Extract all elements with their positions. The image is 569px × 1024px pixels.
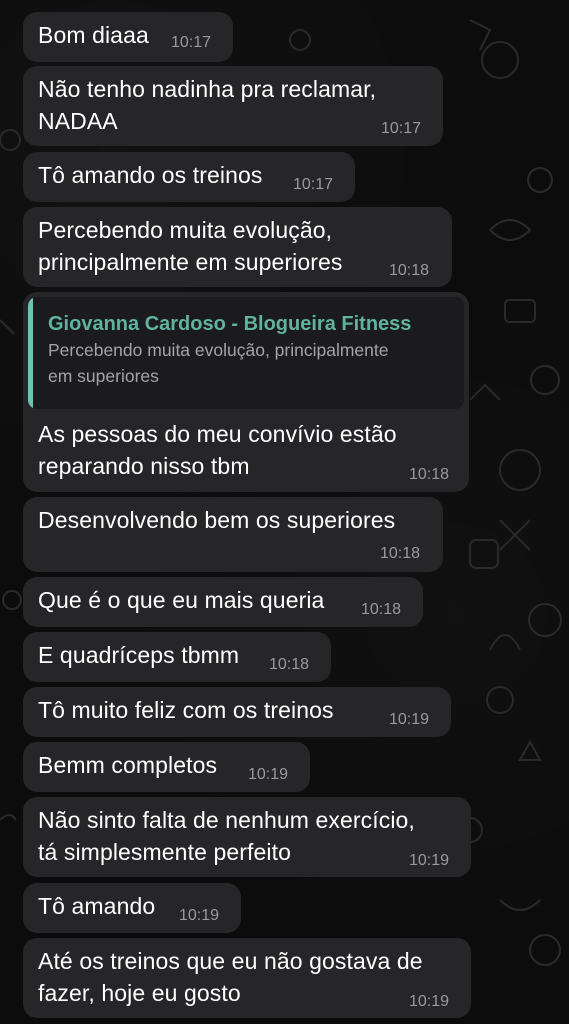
message-bubble[interactable]: E quadríceps tbmm 10:18 bbox=[23, 632, 331, 682]
message-bubble[interactable]: Bemm completos 10:19 bbox=[23, 742, 310, 792]
message-text: Até os treinos que eu não gostava de bbox=[38, 948, 423, 974]
message-bubble[interactable]: Não tenho nadinha pra reclamar, NADAA 10:1… bbox=[23, 66, 443, 146]
message-timestamp: 10:19 bbox=[409, 852, 450, 869]
quote-text: Percebendo muita evolução, principalment… bbox=[48, 340, 389, 360]
message-timestamp: 10:19 bbox=[248, 766, 289, 783]
message-timestamp: 10:18 bbox=[361, 601, 402, 618]
message-bubble[interactable]: Até os treinos que eu não gostava de faze… bbox=[23, 938, 471, 1018]
message-text: Tô muito feliz com os treinos bbox=[38, 697, 334, 723]
message-timestamp: 10:19 bbox=[409, 993, 450, 1010]
message-text: fazer, hoje eu gosto bbox=[38, 980, 241, 1006]
message-timestamp: 10:17 bbox=[293, 176, 334, 193]
quote-text: em superiores bbox=[48, 366, 159, 386]
message-text: principalmente em superiores bbox=[38, 249, 343, 275]
message-text: E quadríceps tbmm bbox=[38, 642, 240, 668]
message-timestamp: 10:18 bbox=[380, 545, 421, 562]
message-timestamp: 10:18 bbox=[389, 262, 430, 279]
quoted-message[interactable]: Giovanna Cardoso - Blogueira Fitness Perc… bbox=[28, 297, 464, 409]
message-bubble[interactable]: Giovanna Cardoso - Blogueira Fitness Perc… bbox=[23, 292, 469, 492]
message-text: Tô amando bbox=[38, 893, 156, 919]
message-text: Desenvolvendo bem os superiores bbox=[38, 507, 396, 533]
message-text: tá simplesmente perfeito bbox=[38, 839, 291, 865]
message-bubble[interactable]: Percebendo muita evolução, principalmente… bbox=[23, 207, 452, 287]
quote-accent-bar bbox=[28, 297, 33, 409]
message-bubble[interactable]: Tô muito feliz com os treinos 10:19 bbox=[23, 687, 451, 737]
message-text: Bom diaaa bbox=[38, 22, 149, 48]
message-text: Não tenho nadinha pra reclamar, bbox=[38, 76, 377, 102]
message-bubble[interactable]: Não sinto falta de nenhum exercício, tá s… bbox=[23, 797, 471, 877]
message-text: Que é o que eu mais queria bbox=[38, 587, 325, 613]
message-bubble[interactable]: Tô amando 10:19 bbox=[23, 883, 241, 933]
message-bubble[interactable]: Tô amando os treinos 10:17 bbox=[23, 152, 355, 202]
message-timestamp: 10:19 bbox=[389, 711, 430, 728]
message-text: reparando nisso tbm bbox=[38, 453, 250, 479]
message-text: Percebendo muita evolução, bbox=[38, 217, 333, 243]
message-timestamp: 10:18 bbox=[269, 656, 310, 673]
message-timestamp: 10:18 bbox=[409, 466, 450, 483]
message-timestamp: 10:17 bbox=[381, 120, 422, 137]
message-text: As pessoas do meu convívio estão bbox=[38, 421, 397, 447]
message-timestamp: 10:17 bbox=[171, 34, 212, 51]
message-text: Tô amando os treinos bbox=[38, 162, 263, 188]
message-bubble[interactable]: Bom diaaa 10:17 bbox=[23, 12, 233, 62]
message-timestamp: 10:19 bbox=[179, 907, 220, 924]
quote-author: Giovanna Cardoso - Blogueira Fitness bbox=[48, 313, 412, 335]
message-bubble[interactable]: Desenvolvendo bem os superiores 10:18 bbox=[23, 497, 443, 572]
message-bubble[interactable]: Que é o que eu mais queria 10:18 bbox=[23, 577, 423, 627]
message-text: NADAA bbox=[38, 108, 118, 134]
message-text: Não sinto falta de nenhum exercício, bbox=[38, 807, 415, 833]
message-text: Bemm completos bbox=[38, 752, 218, 778]
